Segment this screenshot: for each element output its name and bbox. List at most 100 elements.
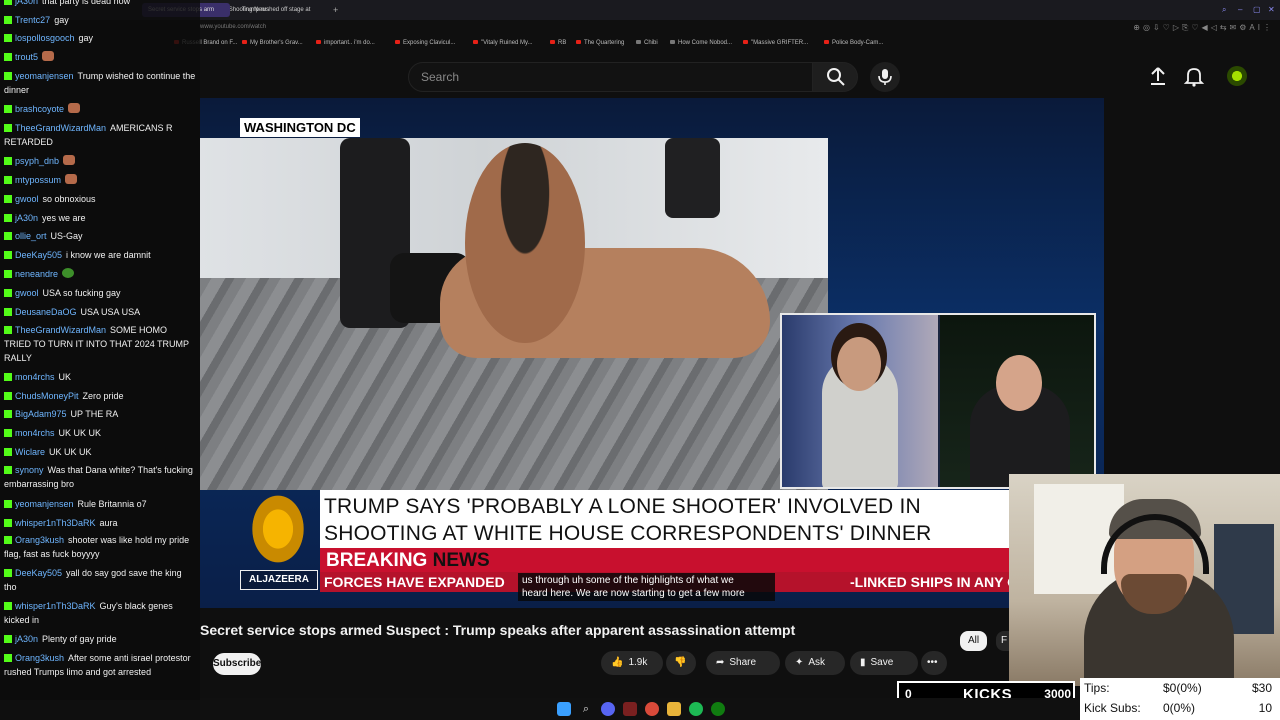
chat-username[interactable]: Trentc27 <box>15 15 50 25</box>
chat-text: USA USA USA <box>80 307 141 317</box>
screen: Trump Shooting News Secret service stops… <box>0 0 1280 720</box>
extension-icons[interactable]: ⊕◎⇩♡▷⎘♡◀◁⇆✉⚙AI⋮ <box>1133 23 1274 33</box>
kick-subs-value: 0(0%) <box>1163 701 1196 715</box>
subscribe-button[interactable]: Subscribe <box>213 653 261 675</box>
chat-username[interactable]: lospollosgooch <box>15 33 75 43</box>
chat-message: neneandre <box>4 267 196 281</box>
chat-username[interactable]: jA30n <box>15 634 38 644</box>
share-button[interactable]: ➦ Share <box>706 651 780 675</box>
bookmark-item[interactable]: RB <box>550 40 566 46</box>
bookmark-item[interactable]: The Quartering <box>576 40 624 46</box>
address-bar[interactable]: www.youtube.com/watch ⊕◎⇩♡▷⎘♡◀◁⇆✉⚙AI⋮ <box>200 20 1280 38</box>
chat-username[interactable]: Orang3kush <box>15 653 64 663</box>
chat-username[interactable]: synony <box>15 465 44 475</box>
chat-message: Trentc27 gay <box>4 13 196 27</box>
kick-badge-icon <box>4 53 12 61</box>
chat-username[interactable]: TheeGrandWizardMan <box>15 325 106 335</box>
bookmark-item[interactable]: important.. i'm do... <box>316 40 375 46</box>
chat-username[interactable]: TheeGrandWizardMan <box>15 123 106 133</box>
tips-goal: $30 <box>1251 681 1272 695</box>
bookmark-item[interactable]: "Massive GRIFTER... <box>743 40 808 46</box>
like-count: 1.9k <box>628 657 648 668</box>
close-window-icon[interactable]: ✕ <box>1268 3 1275 17</box>
bookmark-item[interactable]: Police Body-Cam... <box>824 40 883 46</box>
search-tabs-icon[interactable]: ⌕ <box>1222 3 1226 17</box>
chat-username[interactable]: ollie_ort <box>15 231 47 241</box>
chat-username[interactable]: whisper1nTh3DaRK <box>15 518 96 528</box>
voice-search-button[interactable] <box>870 62 900 92</box>
chat-text: UK UK UK <box>49 447 92 457</box>
chat-username[interactable]: gwool <box>15 194 39 204</box>
chat-username[interactable]: jA30n <box>15 213 38 223</box>
minimize-icon[interactable]: – <box>1238 3 1242 17</box>
tab-trump-rushed[interactable]: Trump rushed off stage at <box>236 3 328 17</box>
chat-username[interactable]: mon4rchs <box>15 372 55 382</box>
chat-username[interactable]: ChudsMoneyPit <box>15 391 79 401</box>
bookmark-item[interactable]: My Brother's Grav... <box>242 40 303 46</box>
kick-badge-icon <box>4 448 12 456</box>
folder-icon[interactable] <box>667 702 681 716</box>
bookmark-item[interactable]: Exposing Clavicul... <box>395 40 455 46</box>
chat-username[interactable]: BigAdam975 <box>15 409 67 419</box>
chat-username[interactable]: neneandre <box>15 269 58 279</box>
search-input[interactable]: Search <box>408 62 813 92</box>
kick-badge-icon <box>4 569 12 577</box>
chat-text: USA so fucking gay <box>42 288 121 298</box>
xbox-icon[interactable] <box>711 702 725 716</box>
share-label: Share <box>729 657 757 668</box>
chat-username[interactable]: Orang3kush <box>15 535 64 545</box>
chat-username[interactable]: DeeKay505 <box>15 568 62 578</box>
new-tab-icon[interactable]: + <box>333 3 338 17</box>
more-actions-button[interactable]: ••• <box>921 651 947 675</box>
chat-text: yes we are <box>42 213 86 223</box>
search-icon <box>827 68 845 86</box>
search-icon[interactable]: ⌕ <box>579 702 593 716</box>
spotify-icon[interactable] <box>689 702 703 716</box>
avatar[interactable] <box>1227 66 1247 86</box>
chat-username[interactable]: jA30n <box>15 0 38 6</box>
bookmark-item[interactable]: How Come Nobod... <box>670 40 732 46</box>
chat-username[interactable]: gwool <box>15 288 39 298</box>
kick-badge-icon <box>4 195 12 203</box>
chat-message: synony Was that Dana white? That's fuckin… <box>4 463 196 491</box>
like-button[interactable]: 👍 1.9k <box>601 651 663 675</box>
browser-icon[interactable] <box>645 702 659 716</box>
chat-username[interactable]: mon4rchs <box>15 428 55 438</box>
chat-username[interactable]: Wiclare <box>15 447 45 457</box>
bookmark-item[interactable]: Chibi <box>636 40 658 46</box>
chat-username[interactable]: psyph_dnb <box>15 156 59 166</box>
kick-badge-icon <box>4 0 12 5</box>
dislike-button[interactable]: 👎 <box>666 651 696 675</box>
chat-username[interactable]: whisper1nTh3DaRK <box>15 601 96 611</box>
search-button[interactable] <box>812 62 858 92</box>
video-player[interactable]: WASHINGTON DC ALJAZEERA TRUMP SAYS 'PROB… <box>200 98 1104 608</box>
app-icon[interactable] <box>623 702 637 716</box>
bookmarks-bar: Russell Brand on F... My Brother's Grav.… <box>174 38 1280 52</box>
chat-username[interactable]: mtypossum <box>15 175 61 185</box>
breaking-label: BREAKING <box>326 550 428 571</box>
kick-badge-icon <box>4 232 12 240</box>
chip-all[interactable]: All <box>960 631 988 651</box>
chat-text: that party is dead now <box>42 0 131 6</box>
discord-icon[interactable] <box>601 702 615 716</box>
kick-subs-goal: 10 <box>1258 701 1272 715</box>
chat-username[interactable]: yeomanjensen <box>15 499 74 509</box>
chat-username[interactable]: brashcoyote <box>15 104 64 114</box>
kick-badge-icon <box>4 270 12 278</box>
kick-badge-icon <box>4 34 12 42</box>
chat-username[interactable]: yeomanjensen <box>15 71 74 81</box>
headline: TRUMP SAYS 'PROBABLY A LONE SHOOTER' INV… <box>320 490 1010 548</box>
notifications-bell-icon[interactable] <box>1182 64 1206 88</box>
upload-icon[interactable] <box>1146 64 1170 88</box>
ask-button[interactable]: ✦ Ask <box>785 651 845 675</box>
restore-icon[interactable]: ▢ <box>1253 3 1261 17</box>
chat-message: lospollosgooch gay <box>4 31 196 45</box>
chat-username[interactable]: DeusaneDaOG <box>15 307 77 317</box>
search-placeholder: Search <box>421 70 460 84</box>
bookmark-item[interactable]: "Vitaly Ruined My... <box>473 40 533 46</box>
chat-username[interactable]: trout5 <box>15 52 38 62</box>
headline-line-1: TRUMP SAYS 'PROBABLY A LONE SHOOTER' INV… <box>324 495 921 518</box>
chat-username[interactable]: DeeKay505 <box>15 250 62 260</box>
start-menu-icon[interactable] <box>557 702 571 716</box>
save-button[interactable]: ▮ Save <box>850 651 918 675</box>
